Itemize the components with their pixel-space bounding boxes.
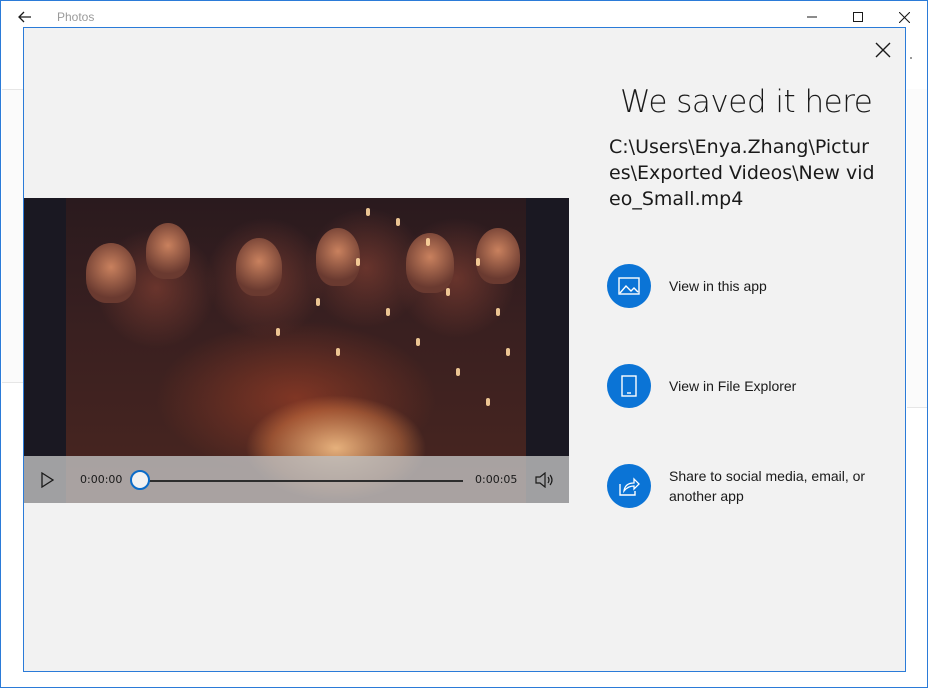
action-label: Share to social media, email, or another… xyxy=(669,468,866,504)
volume-icon[interactable] xyxy=(534,469,556,491)
background-dot xyxy=(910,57,912,59)
total-time: 0:00:05 xyxy=(475,473,518,486)
seek-thumb[interactable] xyxy=(130,470,150,490)
view-in-app-button[interactable]: View in this app xyxy=(607,264,869,308)
close-icon[interactable] xyxy=(871,38,895,62)
action-label: View in this app xyxy=(669,278,767,294)
image-icon xyxy=(607,264,651,308)
export-saved-dialog: 0:00:00 0:00:05 We saved it here C:\User… xyxy=(23,27,906,672)
share-icon xyxy=(607,464,651,508)
current-time: 0:00:00 xyxy=(80,473,123,486)
app-title: Photos xyxy=(57,10,95,24)
back-arrow-icon[interactable] xyxy=(9,5,41,29)
background-panel xyxy=(2,89,24,383)
seek-bar[interactable] xyxy=(142,480,463,482)
view-in-file-explorer-button[interactable]: View in File Explorer xyxy=(607,364,869,408)
player-controls: 0:00:00 0:00:05 xyxy=(24,456,569,503)
photos-window: Photos 0:00:00 0:00:05 We saved it here … xyxy=(0,0,928,688)
background-panel xyxy=(907,89,927,408)
saved-heading: We saved it here xyxy=(620,84,873,120)
video-player[interactable]: 0:00:00 0:00:05 xyxy=(24,198,569,503)
action-label: View in File Explorer xyxy=(669,378,797,394)
share-button[interactable]: Share to social media, email, or another… xyxy=(607,464,869,508)
saved-file-path: C:\Users\Enya.Zhang\Pictures\Exported Vi… xyxy=(609,136,875,210)
play-icon[interactable] xyxy=(36,469,58,491)
tablet-icon xyxy=(607,364,651,408)
